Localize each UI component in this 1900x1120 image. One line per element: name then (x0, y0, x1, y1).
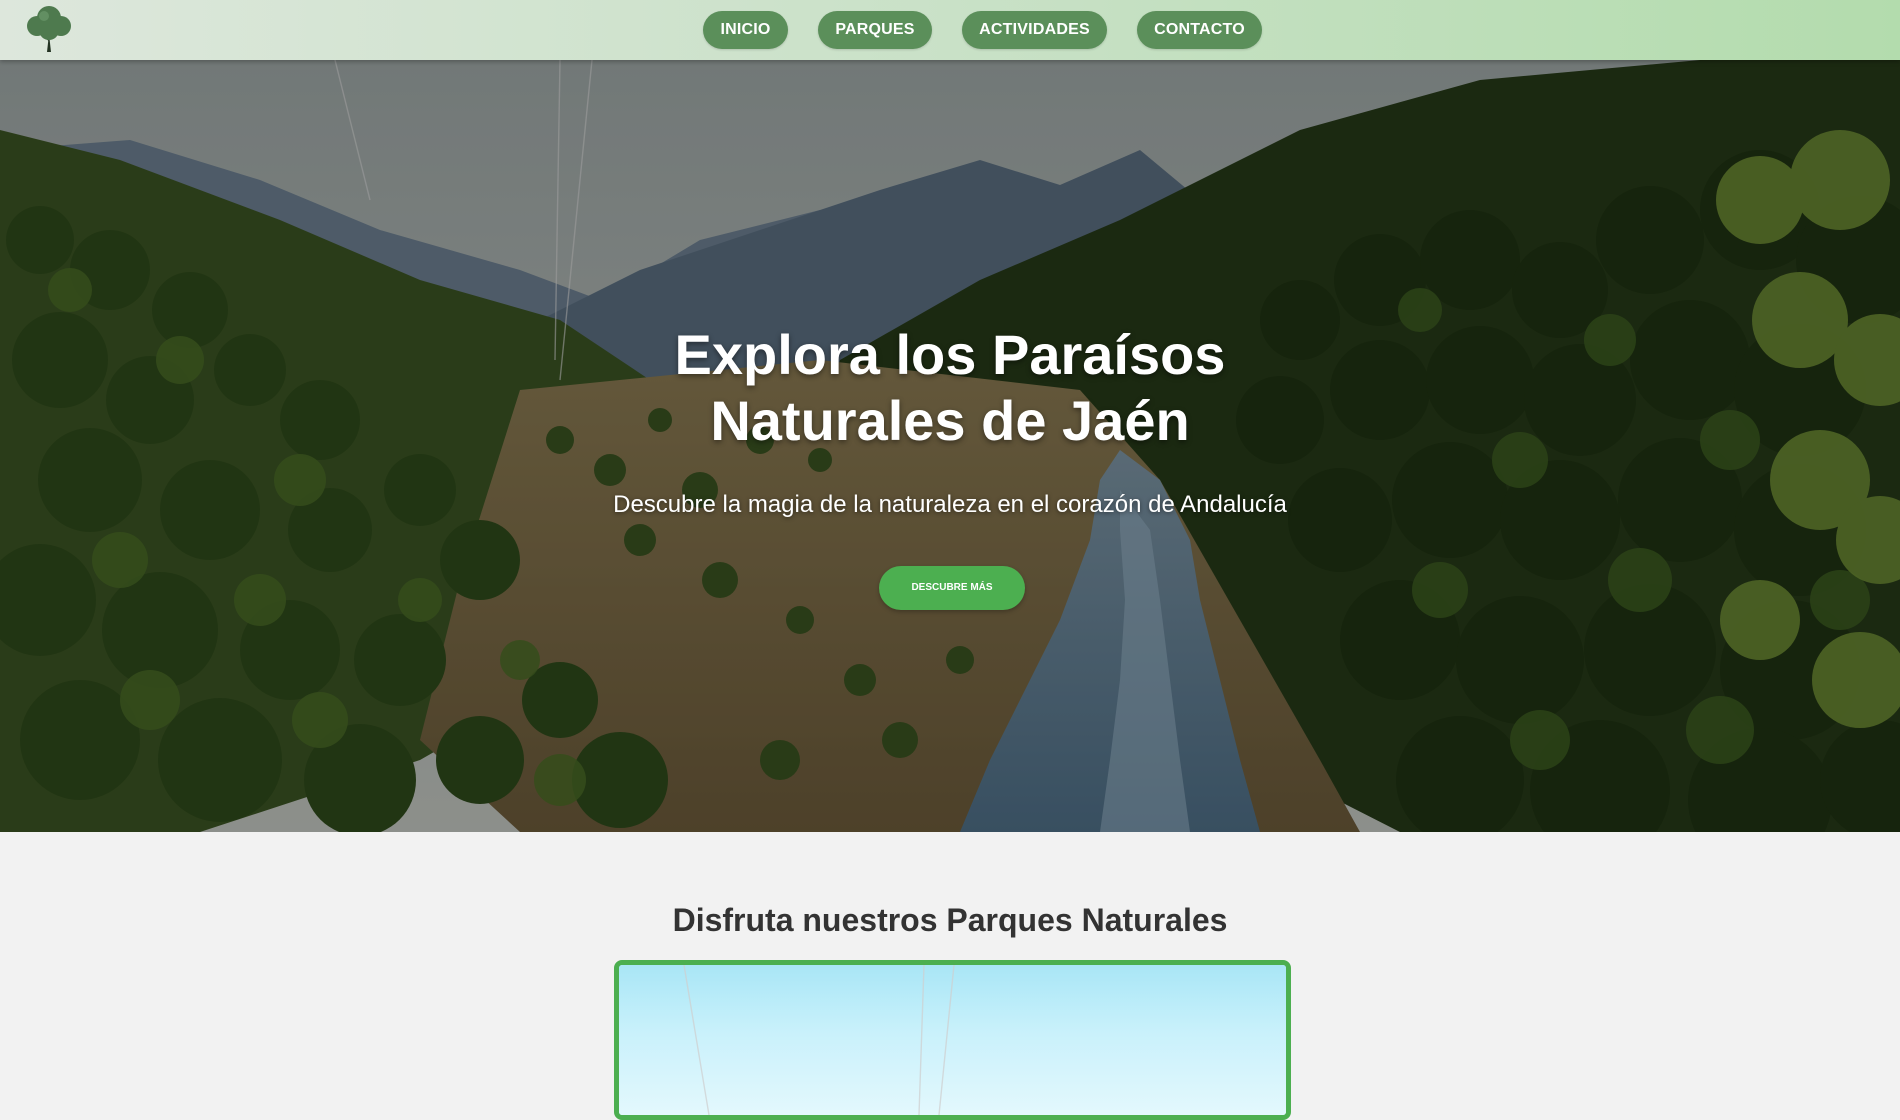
main-nav: INICIO PARQUES ACTIVIDADES CONTACTO (0, 11, 1900, 49)
nav-contacto-button[interactable]: CONTACTO (1137, 11, 1262, 49)
hero-title-line-2: Naturales de Jaén (710, 389, 1190, 452)
nav-inicio-button[interactable]: INICIO (703, 11, 788, 49)
hero-title-line-1: Explora los Paraísos (674, 323, 1226, 386)
hero-subtitle: Descubre la magia de la naturaleza en el… (613, 491, 1287, 518)
hero-section: Explora los Paraísos Naturales de Jaén D… (0, 60, 1900, 832)
nav-actividades-button[interactable]: ACTIVIDADES (962, 11, 1107, 49)
descubre-mas-button[interactable]: DESCUBRE MÁS (879, 566, 1025, 610)
park-card-power-lines (683, 965, 955, 1115)
hero-title: Explora los Paraísos Naturales de Jaén (450, 322, 1450, 454)
park-card[interactable] (614, 960, 1291, 1120)
parks-section-title: Disfruta nuestros Parques Naturales (672, 902, 1228, 938)
nav-parques-button[interactable]: PARQUES (818, 11, 932, 49)
top-navbar: INICIO PARQUES ACTIVIDADES CONTACTO (0, 0, 1900, 60)
